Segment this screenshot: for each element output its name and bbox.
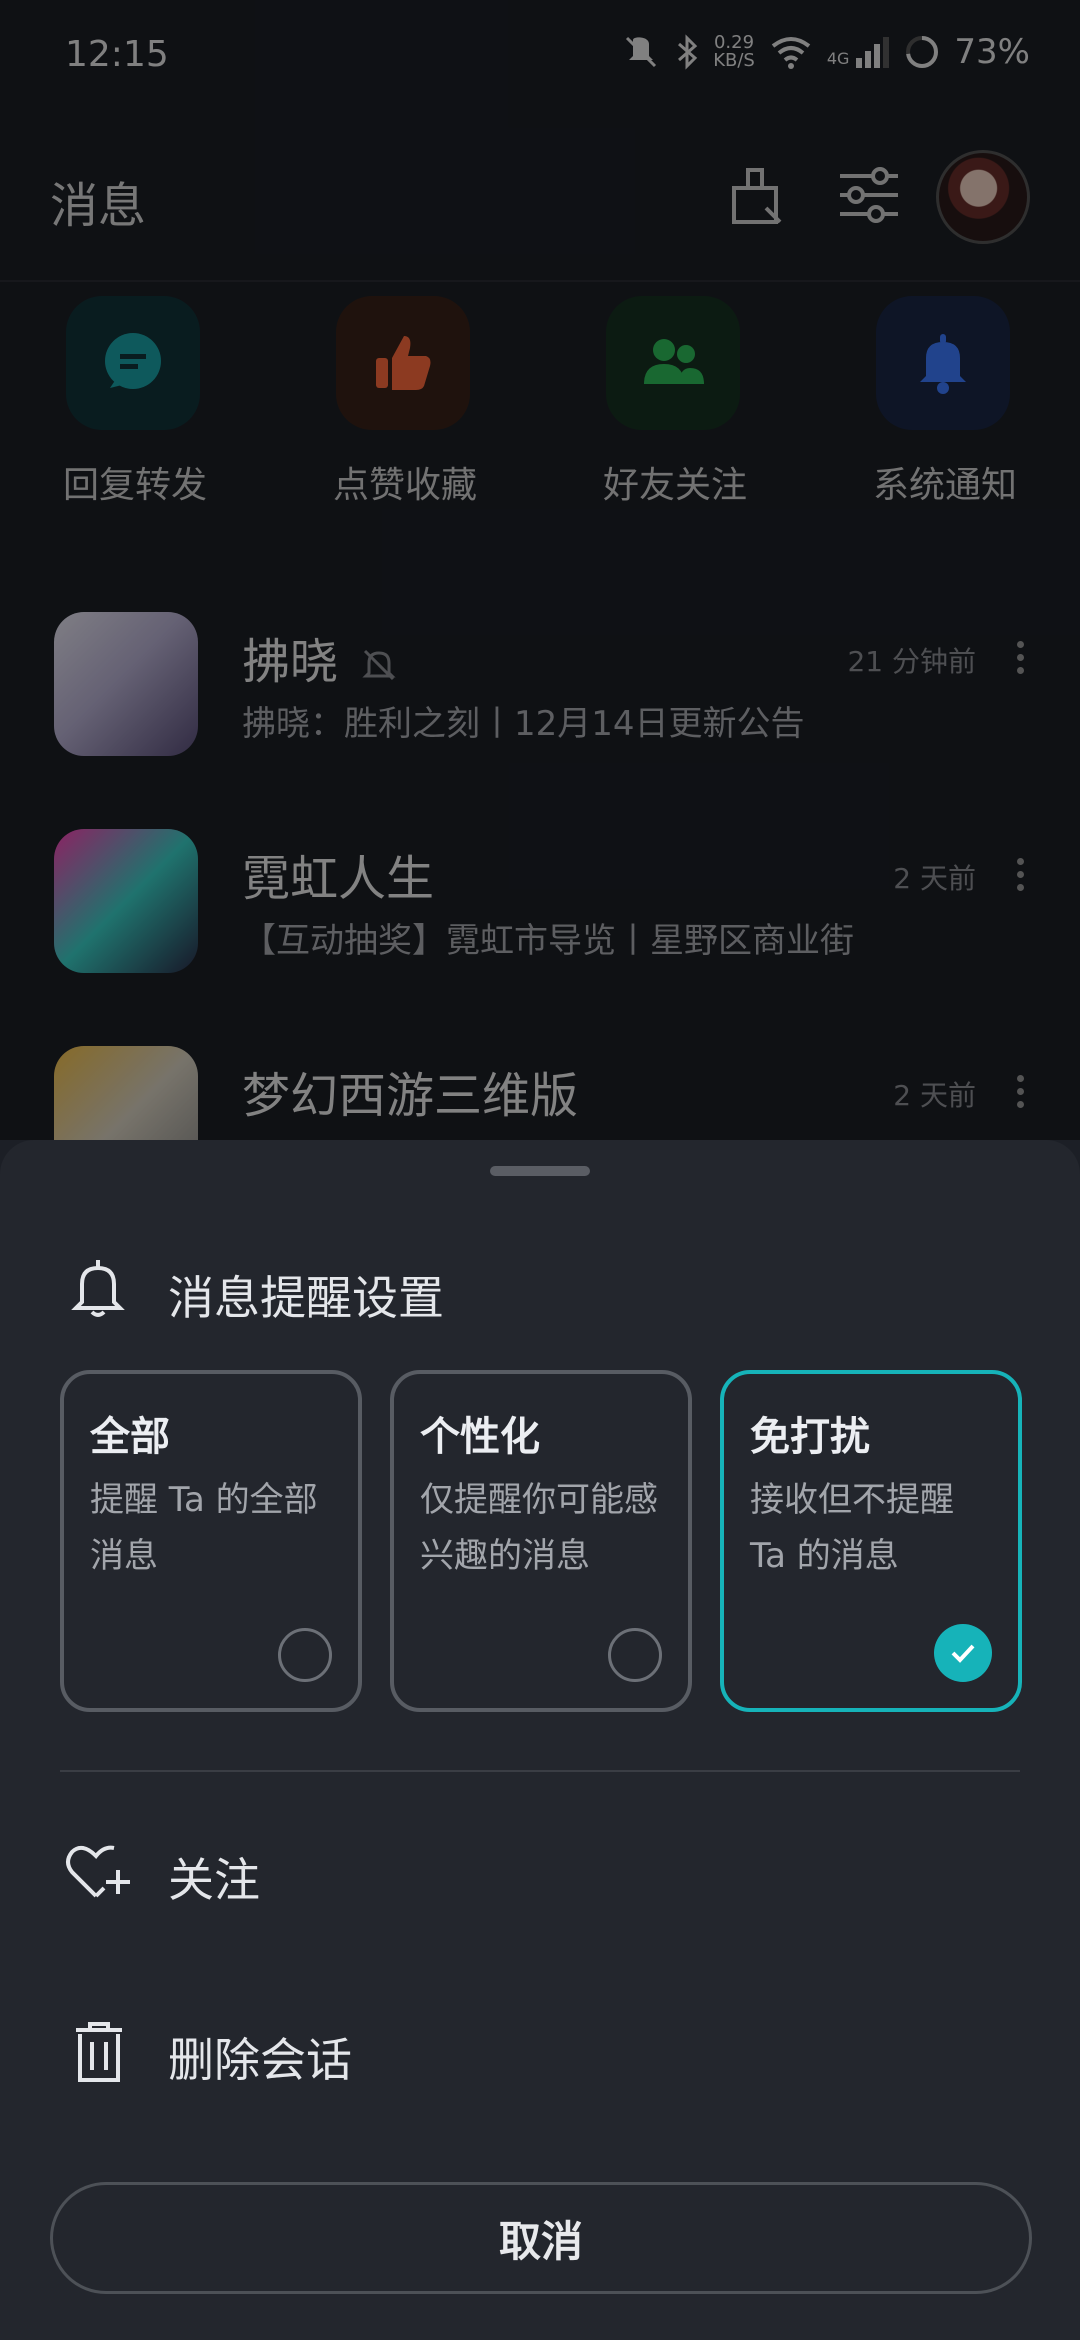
option-personalized[interactable]: 个性化 仅提醒你可能感兴趣的消息	[390, 1370, 692, 1712]
conversation-name: 拂晓	[242, 622, 399, 692]
heart-plus-icon	[66, 1845, 130, 1898]
conversation-row[interactable]: 霓虹人生 2 天前 【互动抽奖】霓虹市导览丨星野区商业街	[0, 817, 1080, 1034]
conversation-name: 梦幻西游三维版	[242, 1068, 579, 1124]
bell-off-icon	[362, 649, 396, 681]
page-title: 消息	[50, 178, 147, 234]
signal-indicator: 4G	[827, 36, 891, 68]
option-title: 个性化	[420, 1414, 540, 1460]
trash-icon	[76, 2022, 122, 2082]
option-all[interactable]: 全部 提醒 Ta 的全部消息	[60, 1370, 362, 1712]
quick-action-system[interactable]: 系统通知	[810, 296, 1080, 516]
conversation-time: 21 分钟前	[847, 645, 976, 678]
conversation-row[interactable]: 拂晓 21 分钟前 拂晓：胜利之刻丨12月14日更新公告	[0, 600, 1080, 817]
conversation-preview: 【互动抽奖】霓虹市导览丨星野区商业街	[242, 921, 854, 961]
conversation-time: 2 天前	[893, 1079, 976, 1112]
quick-actions: 回复转发 点赞收藏 好友关注 系统通知	[0, 296, 1080, 516]
wifi-icon	[771, 37, 811, 69]
sheet-drag-handle[interactable]	[490, 1166, 590, 1176]
bluetooth-icon	[678, 34, 698, 70]
more-options-icon[interactable]	[1010, 638, 1030, 678]
bell-outline-icon	[71, 1260, 125, 1317]
option-description: 接收但不提醒 Ta 的消息	[750, 1480, 954, 1576]
quick-action-reply[interactable]: 回复转发	[0, 296, 270, 516]
battery-percent: 73%	[954, 32, 1030, 72]
status-time: 12:15	[65, 34, 169, 75]
battery-ring-icon	[906, 36, 939, 68]
conversation-preview: 拂晓：胜利之刻丨12月14日更新公告	[242, 704, 805, 744]
radio-unchecked[interactable]	[608, 1628, 662, 1682]
delete-label: 删除会话	[168, 2033, 352, 2087]
option-title: 免打扰	[750, 1414, 870, 1460]
option-do-not-disturb[interactable]: 免打扰 接收但不提醒 Ta 的消息	[720, 1370, 1022, 1712]
option-description: 仅提醒你可能感兴趣的消息	[420, 1480, 658, 1576]
header-divider	[0, 280, 1080, 282]
quick-action-label: 系统通知	[872, 465, 1017, 506]
mute-icon	[626, 36, 657, 68]
notification-mode-options: 全部 提醒 Ta 的全部消息 个性化 仅提醒你可能感兴趣的消息 免打扰 接收但不…	[60, 1370, 1022, 1712]
follow-label: 关注	[168, 1853, 260, 1907]
quick-action-label: 回复转发	[62, 465, 207, 506]
option-title: 全部	[90, 1414, 170, 1460]
people-icon	[606, 296, 740, 430]
sheet-divider	[60, 1770, 1020, 1772]
notification-settings-sheet: 消息提醒设置 全部 提醒 Ta 的全部消息 个性化 仅提醒你可能感兴趣的消息 免…	[0, 1140, 1080, 2340]
top-bar: 消息	[0, 110, 1080, 280]
chat-bubble-icon	[66, 296, 200, 430]
quick-action-likes[interactable]: 点赞收藏	[270, 296, 540, 516]
user-avatar[interactable]	[936, 150, 1030, 244]
follow-action[interactable]: 关注	[0, 1810, 1080, 1930]
thumb-up-icon	[336, 296, 470, 430]
check-icon[interactable]	[934, 1624, 992, 1682]
radio-unchecked[interactable]	[278, 1628, 332, 1682]
quick-action-label: 点赞收藏	[332, 465, 477, 506]
delete-conversation-action[interactable]: 删除会话	[0, 1990, 1080, 2110]
more-options-icon[interactable]	[1010, 1072, 1030, 1112]
status-bar: 12:15 0.29 KB/S 4G 73%	[0, 0, 1080, 110]
filter-settings-icon[interactable]	[836, 162, 902, 228]
conversation-avatar	[54, 829, 198, 973]
quick-action-friends[interactable]: 好友关注	[540, 296, 810, 516]
signal-bars-icon	[856, 37, 890, 68]
status-icons: 0.29 KB/S 4G 73%	[621, 32, 1030, 72]
more-options-icon[interactable]	[1010, 855, 1030, 895]
quick-action-label: 好友关注	[602, 465, 747, 506]
sheet-title: 消息提醒设置	[168, 1271, 444, 1325]
bell-icon	[876, 296, 1010, 430]
conversation-name: 霓虹人生	[242, 851, 435, 907]
cancel-button[interactable]: 取消	[50, 2182, 1032, 2294]
net-speed: 0.29 KB/S	[713, 32, 755, 71]
conversation-time: 2 天前	[893, 862, 976, 895]
clean-brush-icon[interactable]	[724, 162, 790, 228]
conversation-avatar	[54, 612, 198, 756]
option-description: 提醒 Ta 的全部消息	[90, 1480, 318, 1576]
